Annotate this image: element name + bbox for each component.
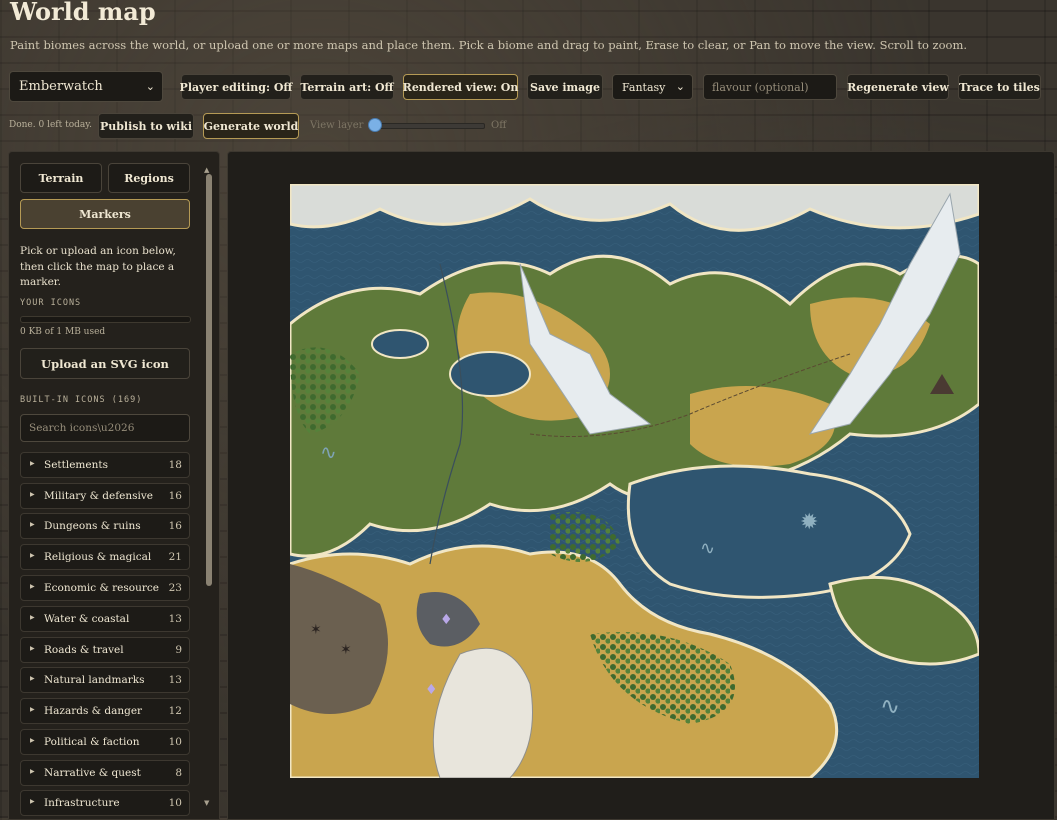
category-name: Economic & resource <box>44 582 159 594</box>
page-title: World map <box>10 0 156 26</box>
category-count: 9 <box>175 644 182 656</box>
crystal-icon: ♦ <box>440 612 453 628</box>
category-dungeons[interactable]: ▶ Dungeons & ruins 16 <box>20 513 190 539</box>
category-count: 16 <box>168 520 182 532</box>
category-name: Dungeons & ruins <box>44 520 141 532</box>
upload-svg-icon-button[interactable]: Upload an SVG icon <box>20 348 190 379</box>
tab-terrain[interactable]: Terrain <box>20 163 102 193</box>
category-count: 12 <box>168 705 182 717</box>
caret-right-icon: ▶ <box>30 583 35 590</box>
world-select-value: Emberwatch <box>19 79 103 94</box>
category-religious[interactable]: ▶ Religious & magical 21 <box>20 544 190 570</box>
tab-markers[interactable]: Markers <box>20 199 190 229</box>
dead-tree-icon: ✶ <box>340 642 352 658</box>
map-canvas-panel: ∿ ✹ ∿ ∿ ✶ ✶ ♦ ♦ <box>227 151 1055 820</box>
storage-quota-bar <box>20 316 191 323</box>
view-layer-state: Off <box>491 120 507 131</box>
view-layer-slider[interactable] <box>368 118 485 132</box>
category-hazards[interactable]: ▶ Hazards & danger 12 <box>20 698 190 724</box>
category-name: Religious & magical <box>44 551 152 563</box>
publish-to-wiki-button[interactable]: Publish to wiki <box>98 113 194 139</box>
category-count: 13 <box>168 613 182 625</box>
category-narrative[interactable]: ▶ Narrative & quest 8 <box>20 760 190 786</box>
chevron-down-icon: ⌄ <box>145 79 155 93</box>
caret-right-icon: ▶ <box>30 460 35 467</box>
caret-right-icon: ▶ <box>30 614 35 621</box>
sea-serpent-icon[interactable]: ∿ <box>320 440 337 464</box>
rendered-view-toggle[interactable]: Rendered view: On <box>403 74 518 100</box>
sea-serpent-icon[interactable]: ∿ <box>700 538 715 559</box>
category-name: Military & defensive <box>44 490 153 502</box>
crystal-icon: ♦ <box>425 682 438 698</box>
view-layer-label: View layer <box>310 120 364 131</box>
scroll-down-icon[interactable]: ▼ <box>204 799 209 807</box>
category-name: Hazards & danger <box>44 705 143 717</box>
save-image-button[interactable]: Save image <box>527 74 603 100</box>
style-select[interactable]: Fantasy ⌄ <box>612 74 693 100</box>
caret-right-icon: ▶ <box>30 737 35 744</box>
category-name: Narrative & quest <box>44 767 141 779</box>
world-select[interactable]: Emberwatch ⌄ <box>9 71 163 102</box>
page-subtitle: Paint biomes across the world, or upload… <box>10 38 968 52</box>
category-count: 10 <box>168 797 182 809</box>
category-natural[interactable]: ▶ Natural landmarks 13 <box>20 667 190 693</box>
generate-world-button[interactable]: Generate world <box>203 113 299 139</box>
markers-help-text: Pick or upload an icon below, then click… <box>20 245 176 288</box>
markers-sidebar: Terrain Regions Markers Pick or upload a… <box>8 151 220 820</box>
category-name: Settlements <box>44 459 108 471</box>
terrain-art-toggle[interactable]: Terrain art: Off <box>300 74 394 100</box>
category-name: Roads & travel <box>44 644 124 656</box>
category-political[interactable]: ▶ Political & faction 10 <box>20 729 190 755</box>
kraken-icon[interactable]: ✹ <box>800 510 818 535</box>
storage-quota-text: 0 KB of 1 MB used <box>20 327 106 337</box>
category-name: Natural landmarks <box>44 674 145 686</box>
caret-right-icon: ▶ <box>30 552 35 559</box>
trace-to-tiles-button[interactable]: Trace to tiles <box>958 74 1041 100</box>
category-count: 13 <box>168 674 182 686</box>
category-name: Water & coastal <box>44 613 130 625</box>
category-name: Infrastructure <box>44 797 120 809</box>
caret-right-icon: ▶ <box>30 521 35 528</box>
category-water[interactable]: ▶ Water & coastal 13 <box>20 606 190 632</box>
category-count: 16 <box>168 490 182 502</box>
world-map[interactable]: ∿ ✹ ∿ ∿ ✶ ✶ ♦ ♦ <box>290 184 979 778</box>
scroll-up-icon[interactable]: ▲ <box>204 166 209 174</box>
category-economic[interactable]: ▶ Economic & resource 23 <box>20 575 190 601</box>
builtin-icons-heading: BUILT-IN ICONS (169) <box>20 395 143 405</box>
caret-right-icon: ▶ <box>30 675 35 682</box>
caret-right-icon: ▶ <box>30 645 35 652</box>
lake <box>371 329 429 359</box>
caret-right-icon: ▶ <box>30 798 35 805</box>
category-military[interactable]: ▶ Military & defensive 16 <box>20 483 190 509</box>
category-name: Political & faction <box>44 736 140 748</box>
search-icons-input[interactable] <box>20 414 190 442</box>
chevron-down-icon: ⌄ <box>675 79 685 93</box>
category-infrastructure[interactable]: ▶ Infrastructure 10 <box>20 790 190 816</box>
slider-thumb[interactable] <box>368 118 382 132</box>
category-count: 8 <box>175 767 182 779</box>
caret-right-icon: ▶ <box>30 491 35 498</box>
category-count: 10 <box>168 736 182 748</box>
generation-status: Done. 0 left today. <box>9 120 92 130</box>
sea-serpent-icon[interactable]: ∿ <box>880 692 900 720</box>
your-icons-heading: YOUR ICONS <box>20 298 82 308</box>
category-count: 23 <box>168 582 182 594</box>
category-roads[interactable]: ▶ Roads & travel 9 <box>20 637 190 663</box>
category-settlements[interactable]: ▶ Settlements 18 <box>20 452 190 478</box>
category-count: 21 <box>168 551 182 563</box>
caret-right-icon: ▶ <box>30 706 35 713</box>
dead-tree-icon: ✶ <box>310 622 322 638</box>
flavour-input[interactable] <box>703 74 837 100</box>
style-select-value: Fantasy <box>622 80 666 94</box>
sidebar-scroll-thumb[interactable] <box>206 174 212 586</box>
caret-right-icon: ▶ <box>30 768 35 775</box>
tab-regions[interactable]: Regions <box>108 163 190 193</box>
category-count: 18 <box>168 459 182 471</box>
player-editing-toggle[interactable]: Player editing: Off <box>180 74 292 100</box>
regenerate-view-button[interactable]: Regenerate view <box>847 74 949 100</box>
slider-track <box>369 123 485 129</box>
